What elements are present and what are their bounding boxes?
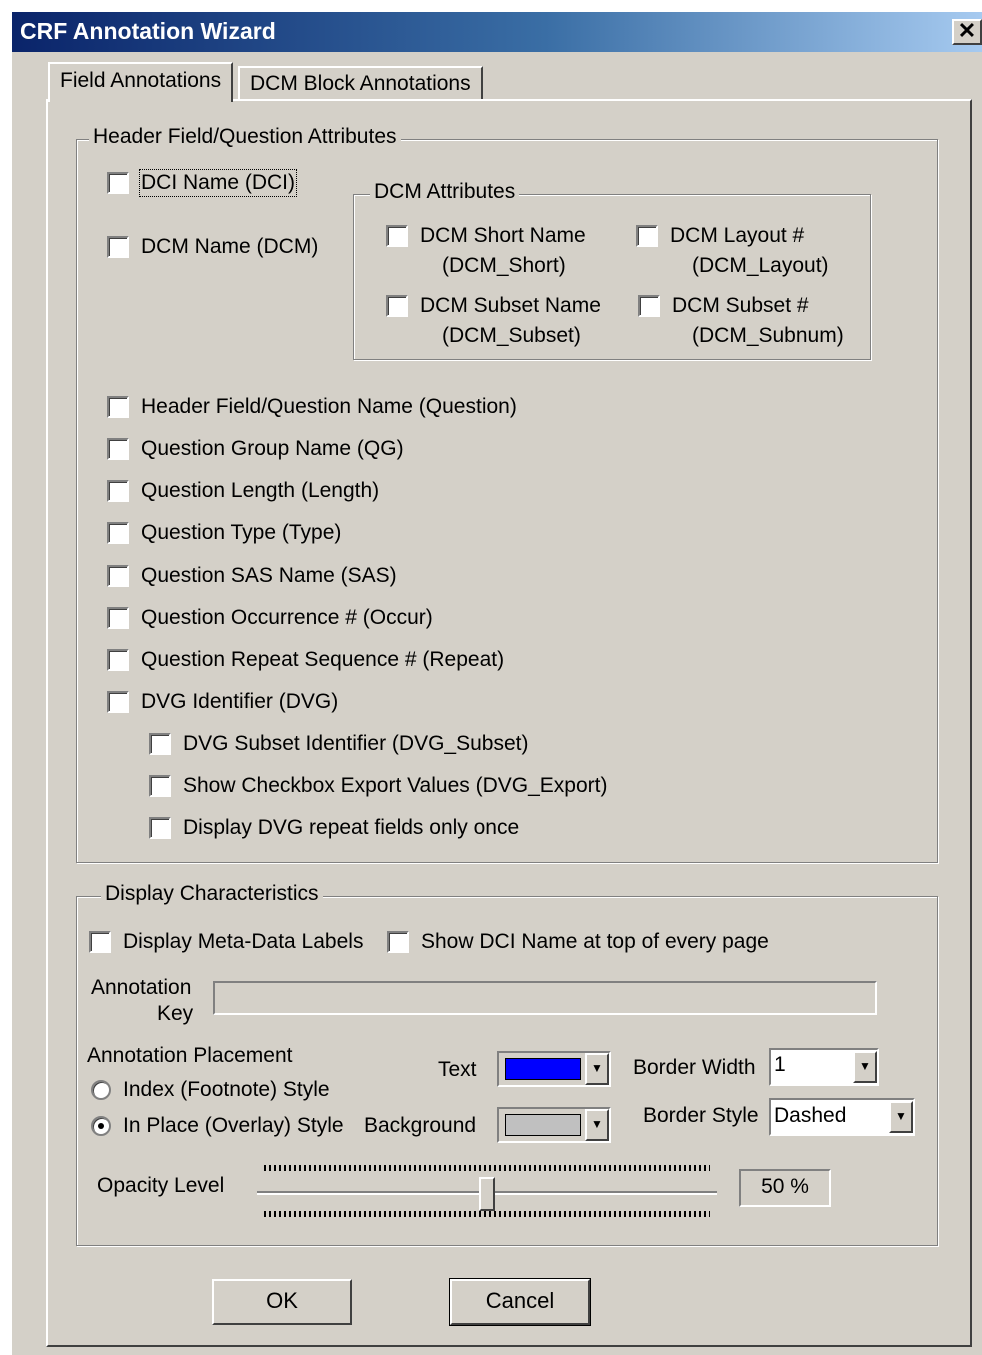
question-occurrence-checkbox[interactable] (107, 607, 129, 629)
chevron-down-icon[interactable]: ▼ (853, 1051, 877, 1083)
dci-name-label: DCI Name (DCI) (138, 169, 298, 197)
index-style-label: Index (Footnote) Style (123, 1078, 330, 1101)
radio-selected-dot (98, 1123, 104, 1129)
index-style-radio[interactable] (91, 1080, 111, 1100)
display-characteristics-group: Display Characteristics Display Meta-Dat… (76, 882, 938, 1246)
border-width-label: Border Width (633, 1056, 756, 1079)
question-group-label: Question Group Name (QG) (141, 437, 404, 460)
background-color-swatch (505, 1114, 581, 1136)
question-repeat-label: Question Repeat Sequence # (Repeat) (141, 648, 505, 671)
tab-label: Field Annotations (60, 69, 222, 92)
group-title: DCM Attributes (370, 180, 520, 204)
group-title: Header Field/Question Attributes (89, 125, 401, 149)
border-style-value: Dashed (774, 1104, 847, 1127)
question-type-checkbox[interactable] (107, 522, 129, 544)
dcm-short-name-code: (DCM_Short) (442, 254, 566, 277)
background-color-label: Background (364, 1114, 477, 1137)
annotation-key-label-2: Key (157, 1002, 194, 1025)
dvg-identifier-checkbox[interactable] (107, 691, 129, 713)
chevron-down-icon[interactable]: ▼ (585, 1053, 609, 1085)
question-sas-checkbox[interactable] (107, 565, 129, 587)
meta-labels-label: Display Meta-Data Labels (123, 930, 364, 953)
question-type-label: Question Type (Type) (141, 521, 342, 544)
background-color-picker[interactable]: ▼ (497, 1107, 611, 1143)
dvg-repeat-once-label: Display DVG repeat fields only once (183, 816, 520, 839)
group-title: Display Characteristics (101, 882, 323, 906)
placement-label: Annotation Placement (87, 1044, 293, 1067)
question-name-label: Header Field/Question Name (Question) (141, 395, 517, 418)
dvg-export-checkbox[interactable] (149, 775, 171, 797)
border-width-value: 1 (774, 1053, 786, 1076)
dcm-subset-num-checkbox[interactable] (638, 295, 660, 317)
cancel-label: Cancel (485, 1288, 555, 1313)
meta-labels-checkbox[interactable] (89, 931, 111, 953)
dcm-subset-name-code: (DCM_Subset) (442, 324, 581, 347)
dci-name-checkbox[interactable] (107, 172, 129, 194)
dvg-subset-checkbox[interactable] (149, 733, 171, 755)
tab-panel: Header Field/Question Attributes DCI Nam… (46, 99, 972, 1347)
title-bar[interactable]: CRF Annotation Wizard ✕ (12, 12, 982, 52)
dcm-layout-label: DCM Layout # (670, 224, 805, 247)
close-icon: ✕ (957, 18, 977, 43)
border-width-select[interactable]: 1 ▼ (769, 1048, 879, 1086)
question-sas-label: Question SAS Name (SAS) (141, 564, 397, 587)
dcm-short-name-checkbox[interactable] (386, 225, 408, 247)
slider-ticks-top (264, 1165, 710, 1171)
text-color-label: Text (438, 1058, 477, 1081)
chevron-down-icon[interactable]: ▼ (585, 1109, 609, 1141)
overlay-style-label: In Place (Overlay) Style (123, 1114, 344, 1137)
text-color-swatch (505, 1058, 581, 1080)
tab-label: DCM Block Annotations (250, 72, 471, 95)
border-style-label: Border Style (643, 1104, 759, 1127)
opacity-value-box: 50 % (739, 1169, 831, 1207)
slider-thumb[interactable] (479, 1177, 495, 1211)
wizard-window: CRF Annotation Wizard ✕ Field Annotation… (10, 10, 982, 1355)
dcm-layout-code: (DCM_Layout) (692, 254, 829, 277)
question-repeat-checkbox[interactable] (107, 649, 129, 671)
annotation-key-label: Annotation (91, 976, 192, 999)
question-name-checkbox[interactable] (107, 396, 129, 418)
opacity-slider[interactable] (257, 1165, 717, 1223)
tab-dcm-block-annotations[interactable]: DCM Block Annotations (238, 66, 483, 100)
opacity-value: 50 % (761, 1175, 809, 1198)
opacity-label: Opacity Level (97, 1174, 225, 1197)
dcm-name-label: DCM Name (DCM) (141, 235, 319, 258)
question-length-checkbox[interactable] (107, 480, 129, 502)
dcm-subset-name-checkbox[interactable] (386, 295, 408, 317)
ok-button[interactable]: OK (212, 1279, 352, 1325)
dvg-export-label: Show Checkbox Export Values (DVG_Export) (183, 774, 608, 797)
close-button[interactable]: ✕ (952, 19, 982, 45)
chevron-down-icon[interactable]: ▼ (889, 1101, 913, 1133)
header-attributes-group: Header Field/Question Attributes DCI Nam… (76, 125, 938, 863)
question-group-checkbox[interactable] (107, 438, 129, 460)
text-color-picker[interactable]: ▼ (497, 1051, 611, 1087)
overlay-style-radio[interactable] (91, 1116, 111, 1136)
dcm-subset-name-label: DCM Subset Name (420, 294, 601, 317)
show-dci-checkbox[interactable] (387, 931, 409, 953)
show-dci-label: Show DCI Name at top of every page (421, 930, 769, 953)
slider-ticks-bottom (264, 1211, 710, 1217)
dcm-layout-checkbox[interactable] (636, 225, 658, 247)
dvg-repeat-once-checkbox[interactable] (149, 817, 171, 839)
annotation-key-field (213, 981, 877, 1015)
dcm-name-checkbox[interactable] (107, 236, 129, 258)
cancel-button[interactable]: Cancel (449, 1278, 591, 1326)
dvg-identifier-label: DVG Identifier (DVG) (141, 690, 339, 713)
tab-field-annotations[interactable]: Field Annotations (48, 62, 234, 102)
question-length-label: Question Length (Length) (141, 479, 380, 502)
dcm-subset-num-code: (DCM_Subnum) (692, 324, 844, 347)
dcm-attributes-group: DCM Attributes DCM Short Name (DCM_Short… (353, 180, 871, 360)
border-style-select[interactable]: Dashed ▼ (769, 1098, 915, 1136)
dcm-subset-num-label: DCM Subset # (672, 294, 809, 317)
ok-label: OK (266, 1288, 298, 1313)
question-occurrence-label: Question Occurrence # (Occur) (141, 606, 433, 629)
dcm-short-name-label: DCM Short Name (420, 224, 586, 247)
window-title: CRF Annotation Wizard (20, 18, 276, 44)
dvg-subset-label: DVG Subset Identifier (DVG_Subset) (183, 732, 529, 755)
